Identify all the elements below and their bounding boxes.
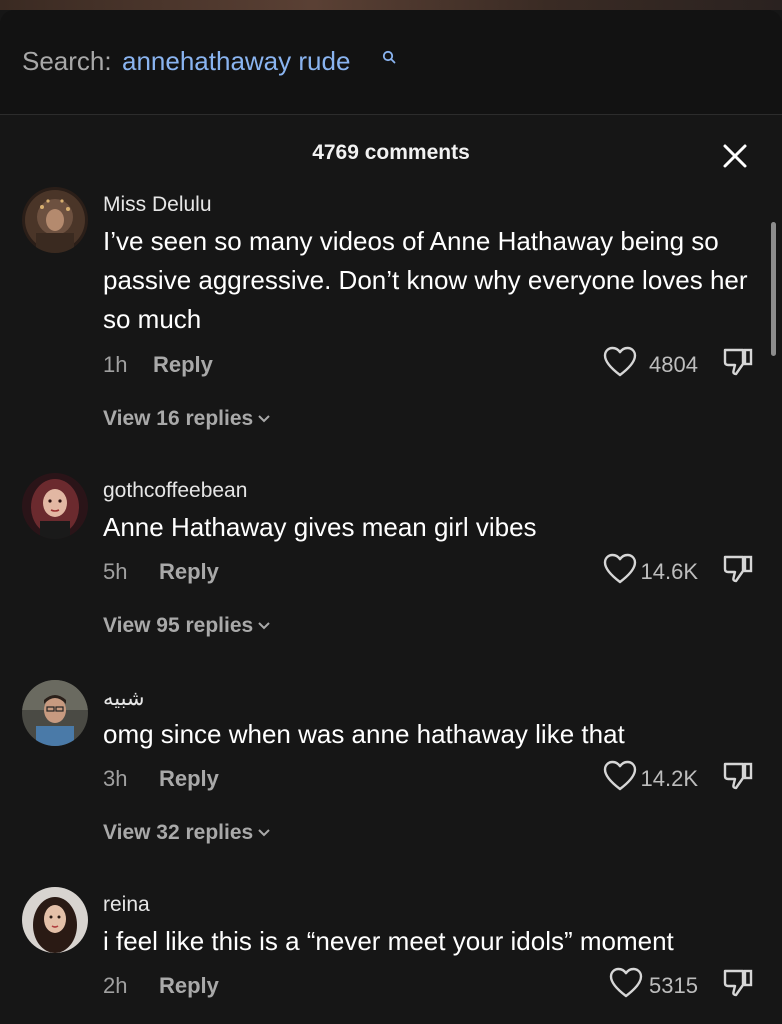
- thumbs-down-icon[interactable]: [722, 967, 754, 999]
- video-backdrop-strip: [0, 0, 782, 10]
- username[interactable]: شبيه: [103, 686, 145, 711]
- thumbs-down-icon[interactable]: [722, 346, 754, 378]
- comment-item: شبيه omg since when was anne hathaway li…: [0, 679, 782, 859]
- comments-header: 4769 comments: [0, 115, 782, 185]
- like-count: 14.2K: [640, 766, 699, 791]
- like-count: 14.6K: [640, 559, 699, 584]
- search-query-link[interactable]: annehathaway rude: [122, 46, 350, 77]
- view-replies-label: View 95 replies: [103, 614, 254, 637]
- avatar[interactable]: [22, 187, 88, 253]
- username[interactable]: gothcoffeebean: [103, 479, 247, 503]
- comment-item: gothcoffeebean Anne Hathaway gives mean …: [0, 472, 782, 652]
- reply-button[interactable]: Reply: [153, 352, 213, 378]
- reply-button[interactable]: Reply: [159, 973, 219, 999]
- view-replies-link[interactable]: View 95 replies: [103, 614, 271, 638]
- chevron-down-icon: [258, 622, 270, 630]
- comment-count: 4769 comments: [312, 141, 470, 164]
- view-replies-label: View 16 replies: [103, 407, 254, 430]
- like-count: 4804: [649, 352, 698, 377]
- avatar[interactable]: [22, 680, 88, 746]
- chevron-down-icon: [258, 829, 270, 837]
- view-replies-label: View 32 replies: [103, 821, 254, 844]
- avatar[interactable]: [22, 887, 88, 953]
- chevron-down-icon: [258, 415, 270, 423]
- comment-time: 3h: [103, 766, 128, 791]
- close-icon[interactable]: [718, 139, 752, 173]
- comment-text: omg since when was anne hathaway like th…: [103, 719, 625, 749]
- comment-time: 5h: [103, 559, 128, 584]
- avatar[interactable]: [22, 473, 88, 539]
- search-icon[interactable]: [382, 50, 396, 64]
- comment-item: reina i feel like this is a “never meet …: [0, 886, 782, 1016]
- reply-button[interactable]: Reply: [159, 559, 219, 585]
- comment-time: 2h: [103, 973, 128, 998]
- comment-text: Anne Hathaway gives mean girl vibes: [103, 512, 537, 542]
- username[interactable]: Miss Delulu: [103, 193, 212, 217]
- comment-text: i feel like this is a “never meet your i…: [103, 926, 674, 956]
- thumbs-down-icon[interactable]: [722, 760, 754, 792]
- comment-text: I’ve seen so many videos of Anne Hathawa…: [103, 226, 748, 334]
- username[interactable]: reina: [103, 893, 150, 917]
- search-bar[interactable]: Search: annehathaway rude: [0, 10, 782, 115]
- view-replies-link[interactable]: View 32 replies: [103, 821, 271, 845]
- thumbs-down-icon[interactable]: [722, 553, 754, 585]
- search-prefix: Search:: [22, 46, 112, 76]
- comment-time: 1h: [103, 352, 128, 377]
- reply-button[interactable]: Reply: [159, 766, 219, 792]
- like-count: 5315: [649, 973, 698, 998]
- comment-item: Miss Delulu I’ve seen so many videos of …: [0, 186, 782, 446]
- view-replies-link[interactable]: View 16 replies: [103, 407, 271, 431]
